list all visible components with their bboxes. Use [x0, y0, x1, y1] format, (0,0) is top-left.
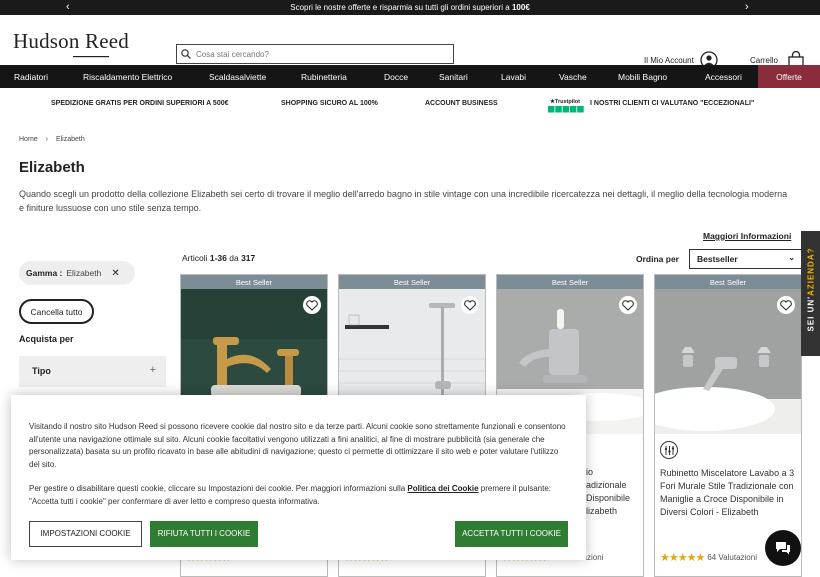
best-seller-badge: Best Seller: [339, 275, 485, 289]
main-nav: Radiatori Riscaldamento Elettrico Scalda…: [0, 65, 820, 88]
nav-item[interactable]: Scaldasalviette: [209, 72, 266, 82]
promo-bar: ‹ Scopri le nostre offerte e risparmia s…: [0, 0, 820, 15]
star-rating-icon: ★★★★★: [660, 552, 705, 564]
wishlist-heart-icon[interactable]: [777, 296, 795, 314]
best-seller-badge: Best Seller: [497, 275, 643, 289]
logo[interactable]: Hudson Reed: [13, 29, 129, 58]
reject-cookies-button[interactable]: RIFIUTA TUTTI I COOKIE: [150, 521, 258, 547]
nav-item[interactable]: Mobili Bagno: [618, 72, 667, 82]
chevron-down-icon: ⌄: [788, 253, 795, 262]
svg-text:★Trustpilot: ★Trustpilot: [550, 98, 580, 105]
nav-item[interactable]: Accessori: [705, 72, 742, 82]
cookie-text: Visitando il nostro sito Hudson Reed si …: [29, 422, 566, 469]
nav-item[interactable]: Riscaldamento Elettrico: [83, 72, 172, 82]
nav-item[interactable]: Sanitari: [439, 72, 468, 82]
usp-reviews: I NOSTRI CLIENTI CI VALUTANO "ECCEZIONAL…: [590, 100, 755, 107]
trustpilot-logo: ★Trustpilot: [547, 97, 585, 117]
breadcrumb-current: Elizabeth: [55, 136, 85, 143]
wishlist-heart-icon[interactable]: [303, 296, 321, 314]
account-label: Il Mio Account: [644, 55, 694, 65]
cookie-text-policy: Per gestire o disabilitare questi cookie…: [29, 484, 552, 506]
nav-item[interactable]: Vasche: [559, 72, 587, 82]
accept-cookies-button[interactable]: ACCETTA TUTTI I COOKIE: [455, 521, 568, 547]
sort-label: Ordina per: [636, 254, 679, 264]
breadcrumb-home[interactable]: Home: [19, 136, 38, 143]
breadcrumb: Home › Elizabeth: [19, 136, 85, 143]
search-placeholder: Cosa stai cercando?: [196, 49, 269, 59]
filter-heading: Acquista per: [19, 334, 74, 344]
cookie-banner: Visitando il nostro sito Hudson Reed si …: [11, 395, 586, 560]
cookie-policy-link[interactable]: Politica dei Cookie: [407, 484, 478, 493]
best-seller-badge: Best Seller: [655, 275, 801, 289]
filter-type-accordion[interactable]: + Tipo: [19, 356, 166, 387]
filter-chip[interactable]: Gamma : Elizabeth ✕: [19, 261, 135, 285]
more-info-link[interactable]: Maggiori Informazioni: [703, 231, 791, 241]
plus-icon: +: [149, 364, 156, 376]
next-arrow-icon[interactable]: ›: [745, 0, 749, 15]
nav-item[interactable]: Docce: [384, 72, 408, 82]
close-icon[interactable]: ✕: [111, 268, 119, 279]
page-title: Elizabeth: [19, 159, 85, 176]
usp-secure: SHOPPING SICURO AL 100%: [281, 100, 378, 107]
collection-description: Quando scegli un prodotto della collezio…: [19, 189, 788, 213]
wishlist-heart-icon[interactable]: [619, 296, 637, 314]
best-seller-badge: Best Seller: [181, 275, 327, 289]
wishlist-heart-icon[interactable]: [461, 296, 479, 314]
chat-button[interactable]: [765, 530, 801, 566]
product-image[interactable]: [655, 289, 801, 434]
trustpilot-stars-icon: ★Trustpilot: [548, 98, 584, 113]
chat-bubble-icon: [776, 542, 790, 555]
sort-select[interactable]: Bestseller ⌄: [689, 249, 802, 269]
clear-all-button[interactable]: Cancella tutto: [19, 299, 94, 324]
usp-bar: SPEDIZIONE GRATIS PER ORDINI SUPERIORI A…: [0, 88, 820, 122]
nav-item[interactable]: Lavabi: [501, 72, 526, 82]
header: Hudson Reed Cosa stai cercando? Il Mio A…: [0, 15, 820, 70]
nav-offers[interactable]: Offerte: [758, 65, 820, 88]
results-count: Articoli 1-36 da 317: [182, 253, 256, 263]
cookie-settings-button[interactable]: IMPOSTAZIONI COOKIE: [29, 521, 142, 547]
breadcrumb-separator-icon: ›: [45, 136, 48, 143]
search-input[interactable]: Cosa stai cercando?: [176, 44, 454, 64]
usp-business[interactable]: ACCOUNT BUSINESS: [425, 100, 498, 107]
rating: ★★★★★ 64 Valutazioni: [660, 552, 757, 564]
product-name[interactable]: Rubinetto Miscelatore Lavabo a 3 Fori Mu…: [660, 467, 800, 519]
promo-text: Scopri le nostre offerte e risparmia su …: [290, 3, 530, 12]
business-side-tab[interactable]: SEI UN'AZIENDA?: [801, 231, 820, 356]
usp-shipping: SPEDIZIONE GRATIS PER ORDINI SUPERIORI A…: [51, 100, 229, 107]
search-icon: [181, 49, 191, 59]
nav-item[interactable]: Radiatori: [14, 72, 48, 82]
prev-arrow-icon[interactable]: ‹: [66, 0, 70, 15]
nav-item[interactable]: Rubinetteria: [301, 72, 347, 82]
cart-label: Carrello: [750, 56, 779, 65]
product-name-partial: io adizionale Disponibile lizabeth: [586, 467, 631, 516]
tap-type-icon: [660, 441, 678, 459]
